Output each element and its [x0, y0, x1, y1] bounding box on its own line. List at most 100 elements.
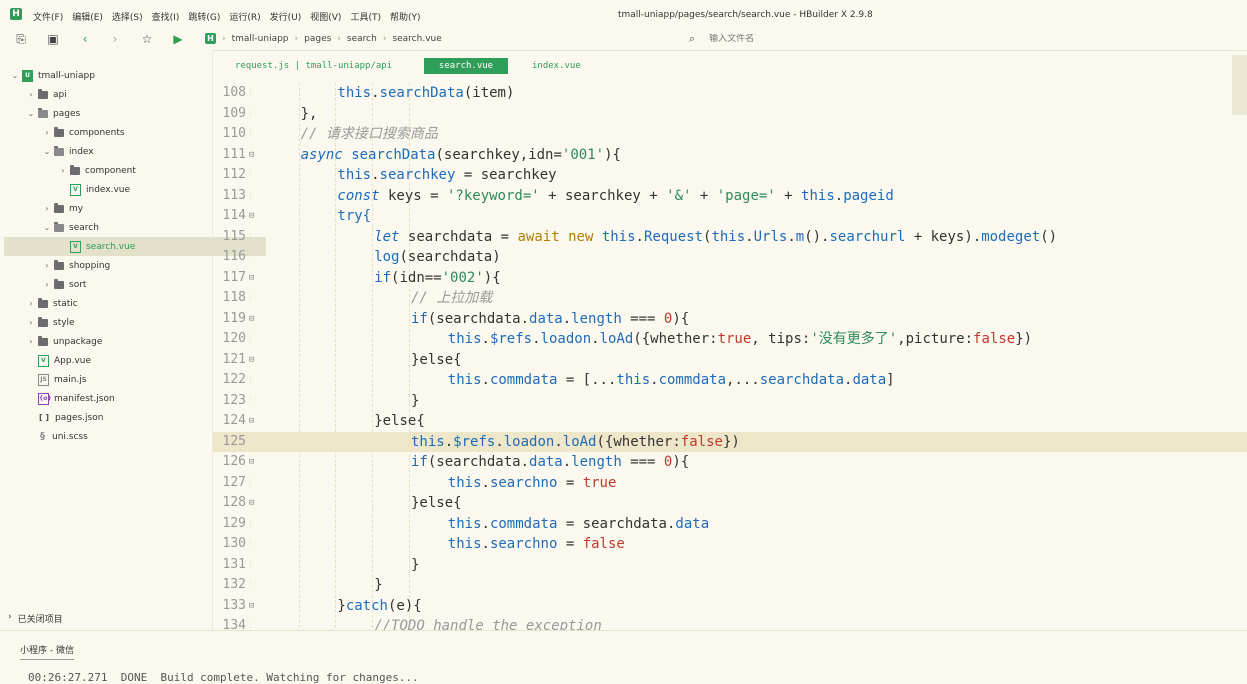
save-icon[interactable]: ▣ [45, 31, 61, 47]
menu-item[interactable]: 跳转(G) [188, 10, 220, 23]
menu-item[interactable]: 文件(F) [33, 10, 63, 23]
sidebar-item[interactable]: › static [0, 294, 78, 313]
code-line[interactable]: 110 ⁝ // 请求接口搜索商品 [213, 124, 1247, 144]
menu-item[interactable]: 查找(I) [152, 10, 180, 23]
code-line[interactable]: 122 ⁝ this.commdata = [...this.commdata,..… [213, 370, 1247, 390]
code-line[interactable]: 126 ⊟ if(searchdata.data.length === 0){ [213, 452, 1247, 472]
sidebar-item[interactable]: ⌄ Utmall-uniapp [0, 66, 95, 85]
menu-item[interactable]: 运行(R) [229, 10, 260, 23]
line-number: 133 [222, 597, 246, 613]
sidebar-item[interactable]: V App.vue [0, 351, 91, 370]
breadcrumb-item[interactable]: search [347, 34, 377, 44]
chevron-right-icon[interactable]: › [42, 128, 52, 137]
fold-toggle-icon[interactable]: ⊟ [249, 452, 254, 472]
sidebar-item[interactable]: › components [0, 123, 125, 142]
code-line[interactable]: 120 ⁝ this.$refs.loadon.loAd({whether:true… [213, 329, 1247, 349]
sidebar-item[interactable]: ⌄ search [0, 218, 99, 237]
chevron-right-icon[interactable]: › [42, 280, 52, 289]
chevron-down-icon[interactable]: ⌄ [42, 147, 52, 156]
breadcrumb-item[interactable]: tmall-uniapp [232, 34, 289, 44]
fold-toggle-icon[interactable]: ⊟ [249, 350, 254, 370]
star-icon[interactable]: ☆ [139, 31, 155, 47]
code-line[interactable]: 130 ⁝ this.searchno = false [213, 534, 1247, 554]
fold-toggle-icon[interactable]: ⊟ [249, 596, 254, 616]
code-line[interactable]: 112 ⁝ this.searchkey = searchkey [213, 165, 1247, 185]
chevron-right-icon[interactable]: › [26, 337, 36, 346]
menu-item[interactable]: 发行(U) [270, 10, 302, 23]
code-line[interactable]: 111 ⊟ async searchData(searchkey,idn='001'… [213, 145, 1247, 165]
sidebar-item[interactable]: ⌄ pages [0, 104, 80, 123]
sidebar-item[interactable]: › style [0, 313, 75, 332]
sidebar-item[interactable]: › component [0, 161, 136, 180]
code-line[interactable]: 115 ⁝ let searchdata = await new this.Requ… [213, 227, 1247, 247]
sidebar-item[interactable]: › shopping [0, 256, 110, 275]
code-line[interactable]: 127 ⁝ this.searchno = true [213, 473, 1247, 493]
sidebar-item[interactable]: {o} manifest.json [0, 389, 115, 408]
sidebar-item[interactable]: › my [0, 199, 83, 218]
chevron-right-icon[interactable]: › [26, 90, 36, 99]
back-icon[interactable]: ‹ [77, 31, 93, 47]
menu-item[interactable]: 视图(V) [310, 10, 341, 23]
fold-toggle-icon[interactable]: ⊟ [249, 206, 254, 226]
code-line[interactable]: 134 ⁝ //TODO handle the exception [213, 616, 1247, 630]
chevron-right-icon[interactable]: › [26, 299, 36, 308]
code-line[interactable]: 114 ⊟ try{ [213, 206, 1247, 226]
tab-index-vue[interactable]: index.vue [532, 58, 581, 74]
chevron-down-icon[interactable]: ⌄ [10, 71, 20, 80]
code-text: } [374, 577, 383, 593]
code-line[interactable]: 108 ⁝ this.searchData(item) [213, 83, 1247, 103]
fold-toggle-icon[interactable]: ⊟ [249, 411, 254, 431]
chevron-right-icon[interactable]: › [26, 318, 36, 327]
console-tab[interactable]: 小程序 - 微信 [20, 643, 74, 660]
code-line[interactable]: 117 ⊟ if(idn=='002'){ [213, 268, 1247, 288]
chevron-right-icon[interactable]: › [42, 204, 52, 213]
menu-item[interactable]: 编辑(E) [72, 10, 103, 23]
code-line[interactable]: 128 ⊟}else{ [213, 493, 1247, 513]
chevron-down-icon[interactable]: ⌄ [42, 223, 52, 232]
tab-request-js[interactable]: request.js | tmall-uniapp/api [235, 58, 392, 74]
sidebar-item[interactable]: › api [0, 85, 67, 104]
menu-item[interactable]: 帮助(Y) [390, 10, 421, 23]
code-line[interactable]: 119 ⊟ if(searchdata.data.length === 0){ [213, 309, 1247, 329]
breadcrumb-item[interactable]: search.vue [392, 34, 441, 44]
code-line[interactable]: 109 ⁝}, [213, 104, 1247, 124]
breadcrumb-item[interactable]: pages [304, 34, 331, 44]
chevron-right-icon[interactable]: › [42, 261, 52, 270]
sidebar-item[interactable]: Vindex.vue [0, 180, 130, 199]
uniapp-project-icon: U [22, 69, 33, 82]
file-search[interactable]: ⌕ [689, 32, 890, 46]
code-line[interactable]: 124 ⊟}else{ [213, 411, 1247, 431]
closed-projects[interactable]: › 已关闭项目 [8, 612, 63, 625]
code-line[interactable]: 123 ⁝} [213, 391, 1247, 411]
code-line[interactable]: 118 ⁝ // 上拉加载 [213, 288, 1247, 308]
run-icon[interactable]: ▶ [170, 31, 186, 47]
sidebar-item[interactable]: JS main.js [0, 370, 87, 389]
fold-toggle-icon[interactable]: ⊟ [249, 493, 254, 513]
code-line[interactable]: 133 ⊟}catch(e){ [213, 596, 1247, 616]
sidebar-item[interactable]: ⌄ index [0, 142, 94, 161]
forward-icon[interactable]: › [107, 31, 123, 47]
code-line[interactable]: 113 ⁝ const keys = '?keyword=' + searchkey… [213, 186, 1247, 206]
sidebar-item[interactable]: [ ] pages.json [0, 408, 104, 427]
code-line[interactable]: 116 ⁝ log(searchdata) [213, 247, 1247, 267]
code-line[interactable]: 132 ⁝} [213, 575, 1247, 595]
chevron-down-icon[interactable]: ⌄ [26, 109, 36, 118]
file-search-input[interactable] [709, 34, 890, 44]
menu-item[interactable]: 选择(S) [112, 10, 143, 23]
code-line[interactable]: 125 ⁝ this.$refs.loadon.loAd({whether:fals… [213, 431, 1247, 452]
code-line[interactable]: 129 ⁝ this.commdata = searchdata.data [213, 514, 1247, 534]
sidebar-item[interactable]: › unpackage [0, 332, 102, 351]
sidebar-item[interactable]: › sort [0, 275, 86, 294]
sidebar-item[interactable]: § uni.scss [0, 427, 88, 446]
fold-toggle-icon[interactable]: ⊟ [249, 268, 254, 288]
fold-toggle-icon[interactable]: ⊟ [249, 145, 254, 165]
fold-toggle-icon[interactable]: ⊟ [249, 309, 254, 329]
sidebar-item-label: index [69, 146, 94, 157]
code-line[interactable]: 121 ⊟}else{ [213, 350, 1247, 370]
code-line[interactable]: 131 ⁝} [213, 555, 1247, 575]
new-file-icon[interactable]: ⎘ [13, 31, 29, 47]
tab-search-vue[interactable]: search.vue [424, 58, 508, 74]
chevron-right-icon[interactable]: › [58, 166, 68, 175]
code-editor[interactable]: 108 ⁝ this.searchData(item) 109 ⁝}, 110 ⁝// 请求… [213, 83, 1247, 630]
menu-item[interactable]: 工具(T) [350, 10, 381, 23]
